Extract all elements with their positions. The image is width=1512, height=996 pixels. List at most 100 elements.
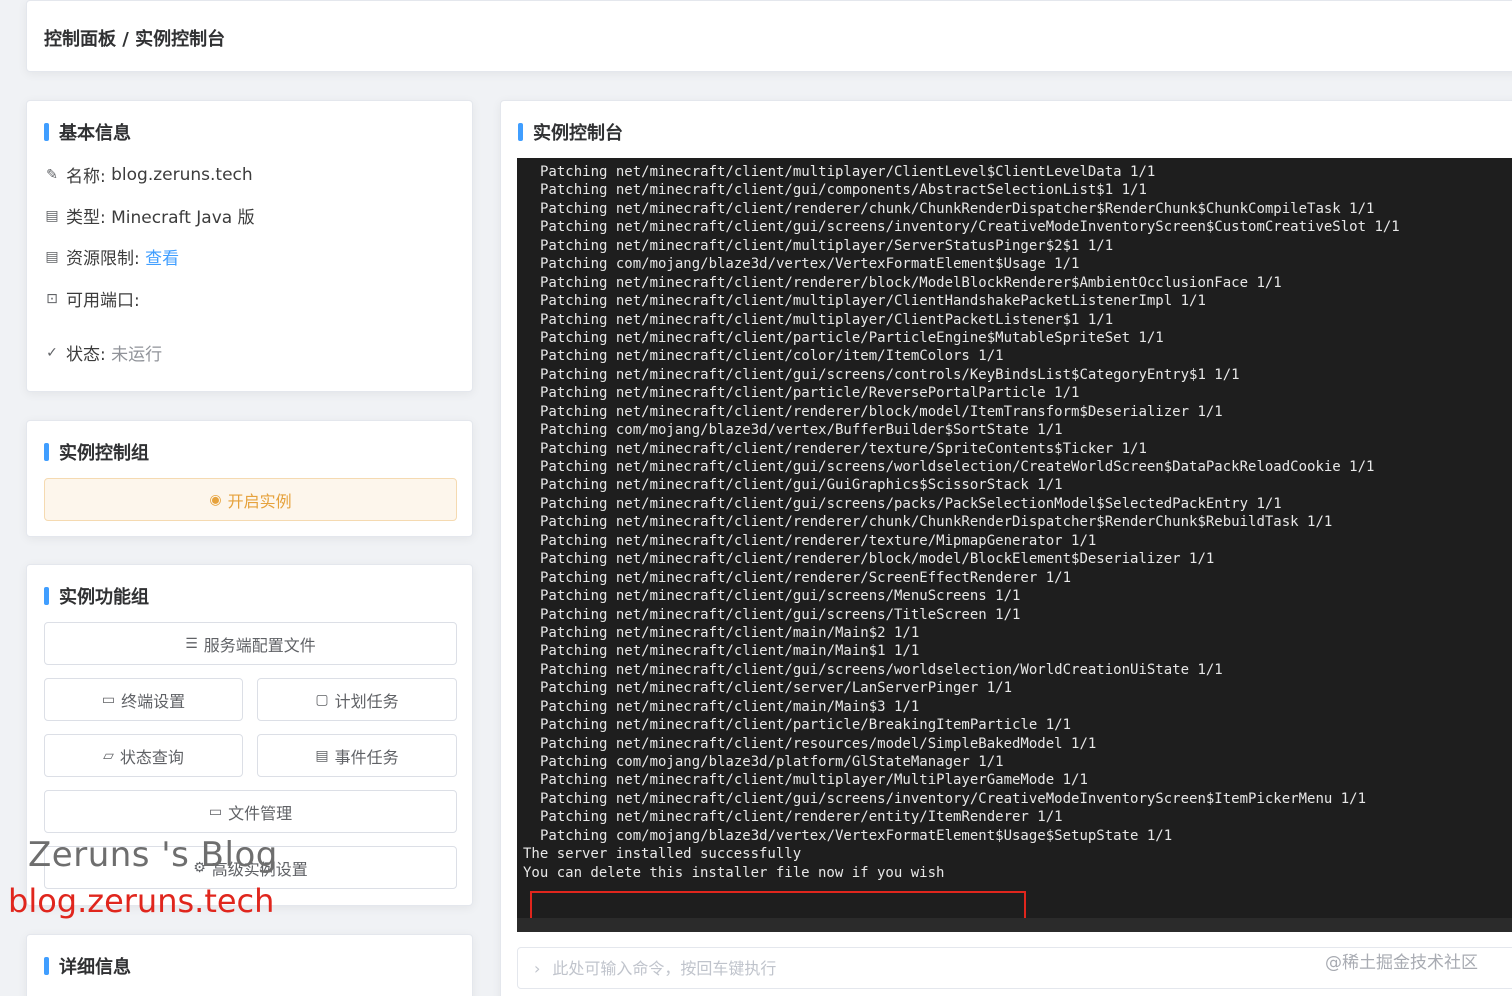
terminal-log-line: Patching net/minecraft/client/resources/…	[540, 735, 1097, 752]
resource-view-link[interactable]: 查看	[145, 244, 179, 269]
terminal-message-line: You can delete this installer file now i…	[523, 864, 945, 881]
folder-icon: ▭	[208, 803, 223, 820]
terminal-log-line: Patching net/minecraft/client/gui/screen…	[540, 790, 1367, 807]
terminal-message-line: The server installed successfully	[523, 846, 802, 863]
chevron-right-icon: ›	[534, 958, 541, 978]
terminal-log-line: Patching net/minecraft/client/gui/screen…	[540, 366, 1240, 383]
terminal-log-line: Patching net/minecraft/client/gui/screen…	[540, 606, 1021, 623]
terminal-log-line: Patching net/minecraft/client/gui/screen…	[540, 661, 1223, 678]
terminal-settings-label: 终端设置	[121, 691, 186, 711]
terminal-lines: Patching net/minecraft/client/multiplaye…	[517, 163, 1400, 882]
console-card: 实例控制台 Patching net/minecraft/client/mult…	[500, 100, 1512, 996]
terminal-log-line: Patching net/minecraft/client/renderer/b…	[540, 274, 1282, 291]
terminal-log-line: Patching net/minecraft/client/main/Main$…	[540, 624, 920, 641]
terminal-log-line: Patching net/minecraft/client/renderer/b…	[540, 403, 1223, 420]
terminal-log-line: Patching net/minecraft/client/renderer/e…	[540, 809, 1063, 826]
terminal-log-line: Patching net/minecraft/client/multiplaye…	[540, 237, 1114, 254]
title-accent-bar	[44, 443, 49, 461]
chat-icon: ▱	[103, 747, 114, 764]
terminal-log-line: Patching net/minecraft/client/main/Main$…	[540, 643, 920, 660]
terminal-settings-button[interactable]: ▭ 终端设置	[44, 678, 243, 721]
title-accent-bar	[44, 957, 49, 975]
detail-info-title-text: 详细信息	[59, 957, 131, 978]
terminal-log-line: Patching net/minecraft/client/multiplaye…	[540, 293, 1206, 310]
basic-info-card: 基本信息 ✎ 名称: blog.zeruns.tech ▤ 类型: Minecr…	[26, 100, 473, 392]
scheduled-tasks-button[interactable]: ▢ 计划任务	[257, 678, 457, 721]
terminal-log-line: Patching net/minecraft/client/particle/R…	[540, 385, 1080, 402]
name-label: 名称:	[66, 167, 106, 187]
control-group-title-text: 实例控制组	[59, 443, 149, 464]
blog-url-watermark: blog.zeruns.tech	[8, 882, 275, 920]
terminal-log-line: Patching com/mojang/blaze3d/vertex/Buffe…	[540, 422, 1063, 439]
terminal-log-line: Patching net/minecraft/client/gui/screen…	[540, 459, 1375, 475]
play-circle-icon: ◉	[209, 491, 222, 508]
breadcrumb-card: 控制面板 / 实例控制台	[26, 0, 1512, 72]
status-query-button[interactable]: ▱ 状态查询	[44, 734, 243, 777]
notebook-icon: ▤	[315, 747, 329, 764]
terminal-log-line: Patching net/minecraft/client/color/item…	[540, 348, 1004, 365]
detail-info-card: 详细信息	[26, 934, 473, 996]
terminal-log-line: Patching net/minecraft/client/particle/P…	[540, 329, 1164, 346]
terminal-horizontal-scrollbar[interactable]	[517, 918, 1512, 932]
basic-info-title-text: 基本信息	[59, 123, 131, 144]
function-group-title: 实例功能组	[44, 583, 149, 609]
info-row-resource: ▤ 资源限制: 查看	[44, 244, 179, 270]
resource-label: 资源限制:	[66, 249, 140, 269]
terminal-log-line: Patching net/minecraft/client/main/Main$…	[540, 698, 920, 715]
file-manager-label: 文件管理	[228, 803, 293, 823]
status-query-label: 状态查询	[119, 747, 184, 767]
terminal-log-line: Patching net/minecraft/client/renderer/S…	[540, 569, 1072, 586]
terminal-log-line: Patching net/minecraft/client/gui/screen…	[540, 219, 1400, 236]
title-accent-bar	[518, 123, 523, 141]
terminal-log-line: Patching net/minecraft/client/gui/compon…	[540, 182, 1147, 199]
terminal-log-line: Patching net/minecraft/client/renderer/t…	[540, 440, 1147, 457]
terminal-log-line: Patching com/mojang/blaze3d/vertex/Verte…	[540, 827, 1173, 844]
scheduled-tasks-label: 计划任务	[334, 691, 399, 711]
type-value: Minecraft Java 版	[111, 208, 255, 228]
start-instance-button[interactable]: ◉ 开启实例	[44, 478, 457, 521]
terminal-log-line: Patching com/mojang/blaze3d/platform/GlS…	[540, 754, 1004, 770]
terminal-log-line: Patching net/minecraft/client/renderer/t…	[540, 532, 1097, 549]
terminal-log-line: Patching net/minecraft/client/multiplaye…	[540, 164, 1156, 180]
start-instance-label: 开启实例	[227, 491, 292, 511]
event-tasks-button[interactable]: ▤ 事件任务	[257, 734, 457, 777]
command-input[interactable]	[552, 958, 1253, 978]
calendar-icon: ▢	[315, 691, 329, 708]
terminal-log-line: Patching net/minecraft/client/gui/screen…	[540, 588, 1021, 605]
server-config-button[interactable]: ☰ 服务端配置文件	[44, 622, 457, 665]
edit-icon: ✎	[46, 166, 58, 183]
document-icon: ▤	[45, 248, 59, 265]
sliders-icon: ☰	[185, 635, 198, 652]
title-accent-bar	[44, 123, 49, 141]
info-row-type: ▤ 类型: Minecraft Java 版	[44, 203, 255, 229]
status-value: 未运行	[111, 345, 163, 365]
control-group-card: 实例控制组 ◉ 开启实例	[26, 420, 473, 537]
terminal-log-line: Patching net/minecraft/client/renderer/c…	[540, 200, 1375, 217]
terminal-log-line: Patching net/minecraft/client/gui/GuiGra…	[540, 477, 1063, 494]
document-icon: ▤	[45, 207, 59, 224]
breadcrumb: 控制面板 / 实例控制台	[44, 29, 226, 50]
blog-name-watermark: Zeruns 's Blog	[28, 835, 278, 875]
control-group-title: 实例控制组	[44, 439, 149, 465]
console-title-text: 实例控制台	[533, 123, 623, 144]
check-list-icon: ✓	[46, 344, 58, 361]
name-value: blog.zeruns.tech	[111, 164, 253, 185]
file-manager-button[interactable]: ▭ 文件管理	[44, 790, 457, 833]
community-watermark: @稀土掘金技术社区	[1325, 953, 1478, 973]
title-accent-bar	[44, 587, 49, 605]
monitor-icon: ▭	[101, 691, 116, 708]
terminal-log-line: Patching net/minecraft/client/renderer/b…	[540, 551, 1215, 568]
terminal-log-line: Patching com/mojang/blaze3d/vertex/Verte…	[540, 256, 1080, 273]
ports-label: 可用端口:	[66, 291, 140, 311]
terminal-log-line: Patching net/minecraft/client/multiplaye…	[540, 311, 1114, 328]
server-config-label: 服务端配置文件	[203, 635, 316, 655]
detail-info-title: 详细信息	[44, 953, 131, 979]
terminal-output[interactable]: Patching net/minecraft/client/multiplaye…	[517, 158, 1512, 932]
info-row-status: ✓ 状态: 未运行	[44, 340, 163, 366]
status-label: 状态:	[66, 345, 106, 365]
type-label: 类型:	[66, 208, 106, 228]
terminal-log-line: Patching net/minecraft/client/gui/screen…	[540, 495, 1282, 512]
terminal-log-line: Patching net/minecraft/client/renderer/c…	[540, 514, 1333, 531]
info-row-ports: ⊡ 可用端口:	[44, 286, 140, 312]
event-tasks-label: 事件任务	[334, 747, 399, 767]
